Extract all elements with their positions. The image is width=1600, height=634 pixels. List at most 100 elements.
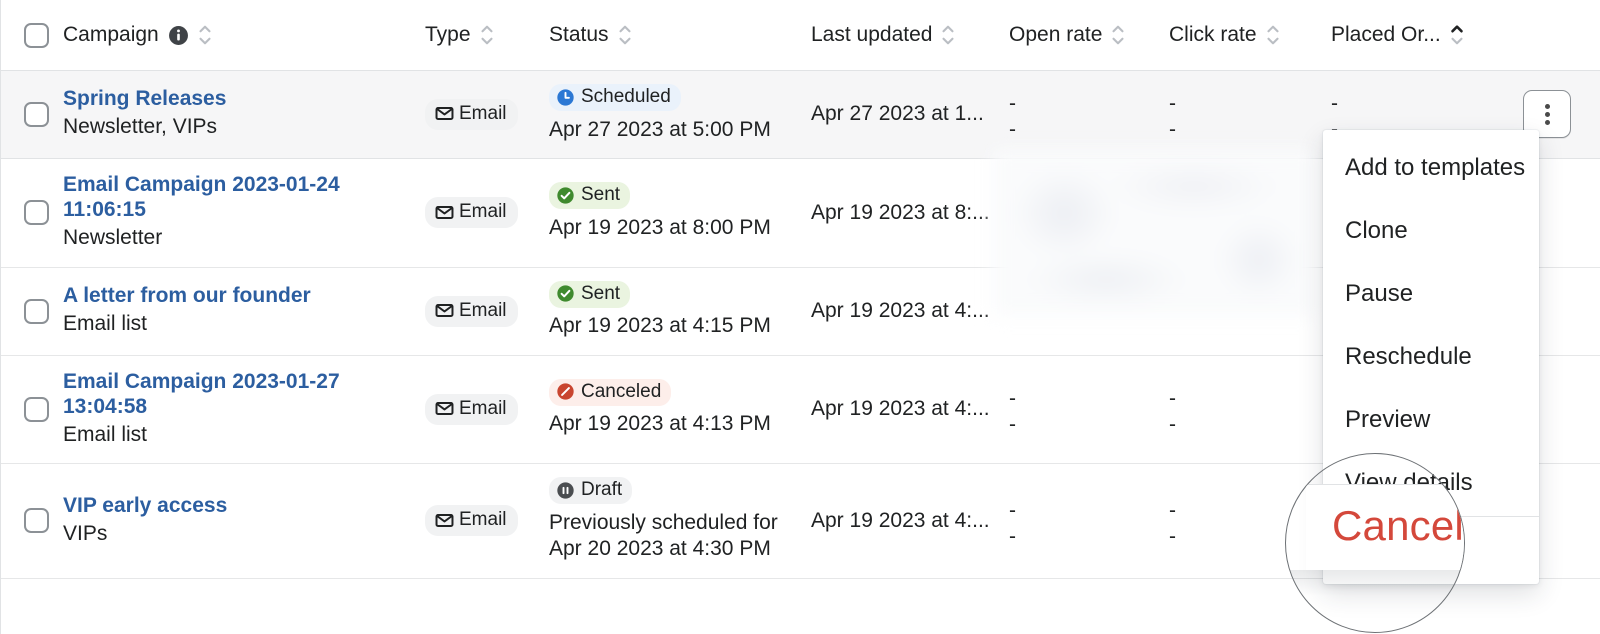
type-label: Email bbox=[459, 509, 507, 531]
row-select-cell bbox=[1, 267, 63, 356]
status-cell: Canceled Apr 19 2023 at 4:13 PM bbox=[549, 355, 811, 465]
open-rate-cell bbox=[1009, 158, 1169, 268]
type-label: Email bbox=[459, 397, 507, 419]
type-badge: Email bbox=[425, 98, 518, 130]
sort-toggle-type[interactable] bbox=[480, 22, 494, 48]
info-icon[interactable] bbox=[168, 25, 189, 46]
row-select-cell bbox=[1, 70, 63, 159]
open-rate-value: - bbox=[1009, 92, 1016, 116]
column-label-open-rate: Open rate bbox=[1009, 23, 1103, 46]
click-rate-value: - bbox=[1169, 92, 1176, 116]
header-row: Campaign Type Status Last updated Open r… bbox=[1, 0, 1600, 71]
click-rate-cell: - - bbox=[1169, 355, 1331, 465]
campaign-cell: VIP early access VIPs bbox=[63, 463, 425, 579]
last-updated-value: Apr 19 2023 at 4:... bbox=[811, 508, 990, 532]
column-header-placed-orders[interactable]: Placed Or... bbox=[1331, 0, 1521, 71]
type-cell: Email bbox=[425, 158, 549, 268]
menu-item-preview[interactable]: Preview bbox=[1323, 388, 1539, 451]
open-rate-value-secondary: - bbox=[1009, 118, 1016, 142]
open-rate-value: - bbox=[1009, 498, 1016, 522]
select-all-checkbox[interactable] bbox=[24, 22, 49, 48]
click-rate-cell: - - bbox=[1169, 70, 1331, 159]
row-select-cell bbox=[1, 158, 63, 268]
row-checkbox[interactable] bbox=[24, 396, 49, 422]
open-rate-cell bbox=[1009, 267, 1169, 356]
campaign-name-link[interactable]: VIP early access bbox=[63, 493, 425, 518]
open-rate-value-secondary: - bbox=[1009, 524, 1016, 548]
type-label: Email bbox=[459, 299, 507, 321]
envelope-icon bbox=[435, 399, 454, 418]
column-label-campaign: Campaign bbox=[63, 23, 159, 46]
sort-toggle-last-updated[interactable] bbox=[941, 22, 955, 48]
type-badge: Email bbox=[425, 505, 518, 537]
column-label-type: Type bbox=[425, 23, 471, 46]
status-label: Draft bbox=[581, 479, 623, 501]
row-checkbox[interactable] bbox=[24, 200, 49, 226]
type-cell: Email bbox=[425, 70, 549, 159]
pause-icon bbox=[556, 481, 575, 500]
check-circle-icon bbox=[556, 284, 575, 303]
campaign-name-link[interactable]: A letter from our founder bbox=[63, 283, 425, 308]
click-rate-value-secondary: - bbox=[1169, 413, 1176, 437]
campaign-audience: Email list bbox=[63, 422, 148, 446]
column-header-open-rate[interactable]: Open rate bbox=[1009, 0, 1169, 71]
campaign-audience: Email list bbox=[63, 312, 148, 336]
last-updated-value: Apr 19 2023 at 4:... bbox=[811, 299, 990, 323]
sort-toggle-open-rate[interactable] bbox=[1111, 22, 1125, 48]
menu-item-reschedule[interactable]: Reschedule bbox=[1323, 325, 1539, 388]
last-updated-cell: Apr 27 2023 at 1... bbox=[811, 70, 1009, 159]
clock-icon bbox=[556, 88, 575, 107]
sort-toggle-click-rate[interactable] bbox=[1266, 22, 1280, 48]
column-header-click-rate[interactable]: Click rate bbox=[1169, 0, 1331, 71]
open-rate-cell: - - bbox=[1009, 463, 1169, 579]
campaign-name-link[interactable]: Spring Releases bbox=[63, 86, 425, 111]
magnifier-shadow bbox=[1286, 570, 1464, 596]
last-updated-cell: Apr 19 2023 at 8:... bbox=[811, 158, 1009, 268]
click-rate-value: - bbox=[1169, 387, 1176, 411]
campaign-audience: VIPs bbox=[63, 521, 108, 545]
column-header-status[interactable]: Status bbox=[549, 0, 811, 71]
sort-toggle-placed-orders[interactable] bbox=[1450, 22, 1464, 48]
envelope-icon bbox=[435, 104, 454, 123]
menu-item-clone[interactable]: Clone bbox=[1323, 199, 1539, 262]
column-label-status: Status bbox=[549, 23, 609, 46]
type-badge: Email bbox=[425, 295, 518, 327]
row-checkbox[interactable] bbox=[24, 508, 49, 534]
last-updated-value: Apr 19 2023 at 8:... bbox=[811, 200, 990, 224]
column-header-campaign[interactable]: Campaign bbox=[63, 0, 425, 71]
column-header-type[interactable]: Type bbox=[425, 0, 549, 71]
row-checkbox[interactable] bbox=[24, 101, 49, 127]
sort-toggle-status[interactable] bbox=[618, 22, 632, 48]
sort-toggle-campaign[interactable] bbox=[198, 22, 212, 48]
type-label: Email bbox=[459, 201, 507, 223]
last-updated-value: Apr 27 2023 at 1... bbox=[811, 102, 984, 126]
open-rate-value-secondary: - bbox=[1009, 413, 1016, 437]
status-subtext: Previously scheduled for Apr 20 2023 at … bbox=[549, 510, 778, 561]
type-cell: Email bbox=[425, 267, 549, 356]
status-subtext: Apr 19 2023 at 4:13 PM bbox=[549, 412, 771, 436]
menu-item-pause[interactable]: Pause bbox=[1323, 262, 1539, 325]
row-checkbox[interactable] bbox=[24, 298, 49, 324]
last-updated-cell: Apr 19 2023 at 4:... bbox=[811, 463, 1009, 579]
placed-orders-value: - bbox=[1331, 92, 1338, 116]
column-label-placed-orders: Placed Or... bbox=[1331, 23, 1441, 46]
open-rate-cell: - - bbox=[1009, 355, 1169, 465]
select-all-cell bbox=[1, 0, 63, 71]
status-badge: Scheduled bbox=[549, 84, 681, 111]
campaign-cell: A letter from our founder Email list bbox=[63, 267, 425, 356]
campaign-name-link[interactable]: Email Campaign 2023-01-27 13:04:58 bbox=[63, 369, 425, 419]
menu-item-add-to-templates[interactable]: Add to templates bbox=[1323, 136, 1539, 199]
last-updated-value: Apr 19 2023 at 4:... bbox=[811, 397, 990, 421]
magnifier-lens: Cancel bbox=[1285, 453, 1465, 633]
magnifier-content: Cancel bbox=[1286, 454, 1464, 632]
open-rate-value: - bbox=[1009, 387, 1016, 411]
open-rate-cell: - - bbox=[1009, 70, 1169, 159]
status-cell: Sent Apr 19 2023 at 4:15 PM bbox=[549, 267, 811, 356]
column-header-last-updated[interactable]: Last updated bbox=[811, 0, 1009, 71]
envelope-icon bbox=[435, 203, 454, 222]
status-badge: Sent bbox=[549, 280, 631, 308]
campaign-cell: Email Campaign 2023-01-27 13:04:58 Email… bbox=[63, 355, 425, 465]
campaign-name-link[interactable]: Email Campaign 2023-01-24 11:06:15 bbox=[63, 172, 425, 222]
type-badge: Email bbox=[425, 197, 518, 229]
status-badge: Sent bbox=[549, 182, 631, 210]
